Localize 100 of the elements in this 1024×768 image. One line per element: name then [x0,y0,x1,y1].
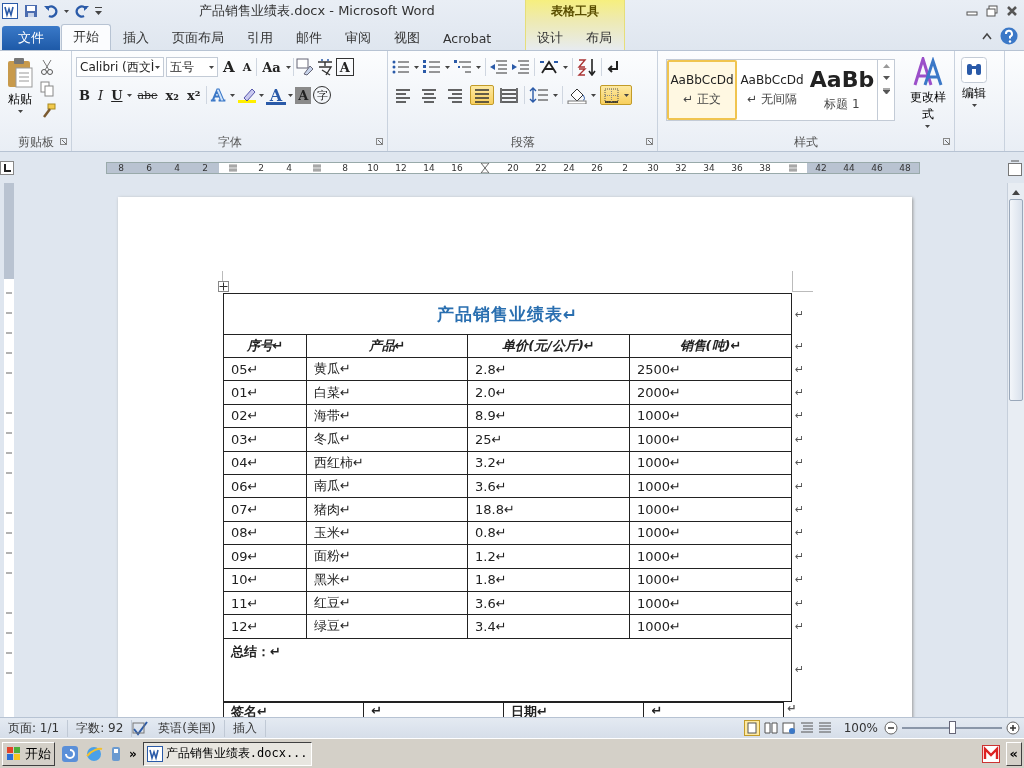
numbered-list-icon[interactable] [423,59,441,75]
dialog-launcher-icon[interactable] [376,138,383,145]
scroll-up-icon[interactable] [1012,189,1020,195]
paste-button[interactable]: 粘贴 [4,55,36,133]
increase-indent-icon[interactable] [512,59,530,75]
zoom-slider-thumb[interactable] [949,721,956,734]
help-icon[interactable] [1000,27,1018,45]
decrease-indent-icon[interactable] [490,59,508,75]
dropdown-arrow-icon[interactable] [285,65,291,69]
mail-app-icon[interactable] [981,744,1000,763]
dropdown-arrow-icon[interactable] [445,65,450,69]
table-move-handle-icon[interactable] [218,281,229,292]
dropdown-arrow-icon[interactable] [258,93,264,97]
proofing-icon[interactable] [132,720,151,736]
more-icon[interactable] [882,88,890,94]
bold-button[interactable]: B [76,85,93,105]
italic-button[interactable]: I [95,85,107,105]
ribbon-tab[interactable]: 视图 [383,26,431,50]
ribbon-tab[interactable]: 引用 [236,26,284,50]
dialog-launcher-icon[interactable] [943,138,950,145]
status-item[interactable]: 字数: 92 [68,719,133,737]
phonetic-guide-icon[interactable] [315,58,334,76]
dropdown-arrow-icon[interactable] [553,93,558,97]
dropdown-arrow-icon[interactable] [288,93,294,97]
ribbon-tab[interactable]: 设计 [526,26,574,50]
dialog-launcher-icon[interactable] [646,138,653,145]
scissors-icon[interactable] [40,59,54,75]
save-icon[interactable] [24,4,38,18]
justify-button[interactable] [470,85,494,105]
ribbon-tab[interactable]: 开始 [61,24,111,50]
shrink-font-button[interactable]: A [239,57,255,77]
start-button[interactable]: 开始 [2,741,55,766]
scrollbar-thumb[interactable] [1009,199,1023,401]
dropdown-arrow-icon[interactable] [127,93,133,97]
redo-icon[interactable] [75,4,89,18]
bullet-list-icon[interactable] [392,59,410,75]
ribbon-tab[interactable]: 邮件 [285,26,333,50]
indent-marker-icon[interactable] [480,162,490,173]
refresh-app-icon[interactable] [61,744,79,763]
ribbon-tab[interactable]: 审阅 [334,26,382,50]
style-preset[interactable]: AaBbCcDd ↵ 正文 [667,60,737,120]
column-marker-icon[interactable] [789,163,797,172]
change-styles-button[interactable]: 更改样式 [905,55,950,130]
tab-selector-icon[interactable] [0,160,14,175]
character-shading-button[interactable]: A [295,86,312,104]
borders-button[interactable] [600,85,632,105]
format-painter-icon[interactable] [40,103,56,119]
style-preset[interactable]: AaBb 标题 1 [807,60,877,120]
subscript-button[interactable]: x₂ [162,85,183,105]
scroll-down-icon[interactable] [882,76,890,80]
distribute-button[interactable] [498,85,520,105]
view-ruler-icon[interactable] [1008,159,1022,176]
editing-button[interactable]: 编辑 [959,55,989,151]
close-icon[interactable] [1006,5,1018,17]
ribbon-tab[interactable]: 布局 [575,26,623,50]
dropdown-arrow-icon[interactable] [563,65,568,69]
zoom-out-icon[interactable] [884,721,898,735]
tray-expand-button[interactable]: « [1005,741,1022,766]
dropdown-arrow-icon[interactable] [476,65,481,69]
ribbon-tab[interactable]: 插入 [112,26,160,50]
sort-icon[interactable] [577,58,597,76]
restore-icon[interactable] [986,5,998,17]
ribbon-tab[interactable]: 页面布局 [161,26,235,50]
status-item[interactable]: 插入 [224,719,266,737]
reading-layout-icon[interactable] [763,721,778,735]
taskbar-window-button[interactable]: 产品销售业绩表.docx... [142,741,312,766]
dropdown-arrow-icon[interactable] [591,93,596,97]
dropdown-arrow-icon[interactable] [414,65,419,69]
font-size-field[interactable]: 五号 [166,57,218,77]
ribbon-tab[interactable]: 文件 [2,26,60,50]
underline-button[interactable]: U [108,85,126,105]
customize-toolbar-icon[interactable] [95,6,103,16]
font-name-field[interactable]: Calibri (西文Ì [76,57,164,77]
clear-format-icon[interactable] [295,58,314,76]
dropdown-arrow-icon[interactable] [229,93,235,97]
status-item[interactable]: 页面: 1/1 [0,719,69,737]
column-marker-icon[interactable] [313,163,321,172]
word-logo-icon[interactable] [2,3,18,19]
dropdown-arrow-icon[interactable] [64,9,69,13]
line-spacing-icon[interactable] [529,87,549,103]
show-formatting-marks-icon[interactable] [606,59,620,75]
font-color-button[interactable]: A [265,85,287,105]
style-preset[interactable]: AaBbCcDd ↵ 无间隔 [737,60,807,120]
web-layout-icon[interactable] [781,721,796,735]
more-arrow[interactable]: » [129,746,137,761]
app-icon[interactable] [109,744,123,763]
strikethrough-button[interactable]: abe [134,85,161,105]
horizontal-ruler[interactable]: 8 6 4 2 2 4 8 10 12 14 16 20 22 24 26 2 30 32 34 36 38 42 44 46 48 [106,161,920,174]
character-border-button[interactable]: A [335,58,354,76]
multilevel-list-icon[interactable] [454,59,472,75]
zoom-in-icon[interactable] [1006,721,1020,735]
collapse-ribbon-icon[interactable] [982,32,992,40]
status-item[interactable]: 英语(美国) [150,719,225,737]
paint-bucket-icon[interactable] [567,86,587,104]
superscript-button[interactable]: x² [184,85,204,105]
zoom-level[interactable]: 100% [843,721,878,735]
undo-icon[interactable] [44,4,58,18]
print-layout-icon[interactable] [743,720,760,736]
change-case-button[interactable]: Aa [259,57,284,77]
column-marker-icon[interactable] [229,163,237,172]
